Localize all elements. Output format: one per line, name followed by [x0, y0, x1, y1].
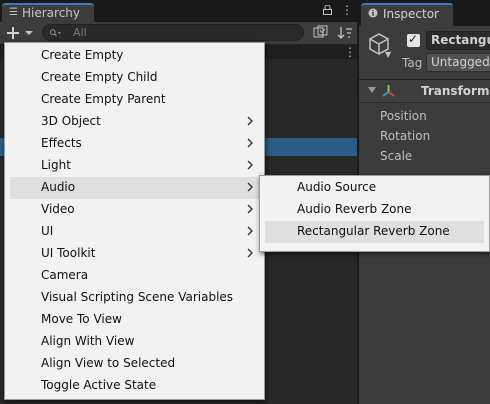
- transform-component-header[interactable]: Transform: [359, 81, 490, 103]
- chevron-right-icon: [247, 248, 253, 258]
- menu-item-3d-object[interactable]: 3D Object: [10, 111, 259, 133]
- chevron-right-icon: [247, 226, 253, 236]
- menu-item-toggle-active-state[interactable]: Toggle Active State: [10, 375, 259, 397]
- tab-inspector[interactable]: Inspector: [361, 3, 453, 26]
- search-icon: [49, 29, 61, 37]
- rotation-label: Rotation: [380, 129, 431, 143]
- chevron-right-icon: [247, 116, 253, 126]
- menu-item-light[interactable]: Light: [10, 155, 259, 177]
- info-icon: [368, 8, 378, 18]
- object-name-value: Rectangular Reverb Zone: [431, 33, 490, 47]
- menu-item-effects[interactable]: Effects: [10, 133, 259, 155]
- menu-item-create-empty-child[interactable]: Create Empty Child: [10, 67, 259, 89]
- tag-label: Tag: [402, 56, 423, 70]
- divider: [359, 79, 490, 80]
- scene-options-icon[interactable]: ⋮: [344, 45, 356, 59]
- menu-item-camera[interactable]: Camera: [10, 265, 259, 287]
- menu-item-ui[interactable]: UI: [10, 221, 259, 243]
- sort-icon[interactable]: [337, 25, 353, 41]
- menu-item-audio[interactable]: Audio: [10, 177, 259, 199]
- scale-label: Scale: [380, 149, 413, 163]
- more-options-icon[interactable]: ⋮: [341, 4, 353, 16]
- position-label: Position: [380, 109, 427, 123]
- inspector-tab-label: Inspector: [383, 7, 439, 21]
- object-name-field[interactable]: Rectangular Reverb Zone: [426, 31, 490, 50]
- submenu-item-audio-source[interactable]: Audio Source: [265, 177, 484, 199]
- tab-hierarchy[interactable]: ☰ Hierarchy: [2, 3, 94, 22]
- search-field[interactable]: [42, 24, 304, 41]
- scene-visibility-filter-icon[interactable]: [313, 25, 329, 41]
- submenu-item-rectangular-reverb-zone[interactable]: Rectangular Reverb Zone: [265, 221, 484, 243]
- hierarchy-list-icon: ☰: [9, 7, 18, 18]
- active-checkbox[interactable]: ✓: [407, 32, 420, 47]
- hierarchy-tab-label: Hierarchy: [22, 6, 81, 20]
- checkmark-icon: ✓: [408, 32, 419, 46]
- chevron-right-icon: [247, 138, 253, 148]
- add-object-button[interactable]: [6, 25, 36, 41]
- chevron-right-icon: [247, 204, 253, 214]
- menu-item-align-view-to-selected[interactable]: Align View to Selected: [10, 353, 259, 375]
- menu-item-video[interactable]: Video: [10, 199, 259, 221]
- menu-item-align-with-view[interactable]: Align With View: [10, 331, 259, 353]
- chevron-right-icon: [247, 182, 253, 192]
- hierarchy-tab-bar: ☰ Hierarchy ⋮: [0, 0, 357, 22]
- create-context-menu: Create Empty Create Empty Child Create E…: [4, 42, 265, 400]
- audio-submenu: Audio Source Audio Reverb Zone Rectangul…: [259, 175, 490, 252]
- transform-axes-icon: [382, 85, 395, 97]
- foldout-arrow-icon[interactable]: [368, 87, 376, 93]
- submenu-item-audio-reverb-zone[interactable]: Audio Reverb Zone: [265, 199, 484, 221]
- menu-item-visual-scripting-scene-variables[interactable]: Visual Scripting Scene Variables: [10, 287, 259, 309]
- tag-dropdown[interactable]: Untagged: [426, 53, 490, 72]
- menu-item-move-to-view[interactable]: Move To View: [10, 309, 259, 331]
- menu-item-create-empty-parent[interactable]: Create Empty Parent: [10, 89, 259, 111]
- transform-title: Transform: [421, 84, 490, 98]
- icon-dropdown-caret-icon[interactable]: ▼: [385, 50, 391, 59]
- menu-item-create-empty[interactable]: Create Empty: [10, 45, 259, 67]
- menu-item-ui-toolkit[interactable]: UI Toolkit: [10, 243, 259, 265]
- lock-icon[interactable]: [323, 5, 332, 15]
- tag-value: Untagged: [431, 55, 490, 69]
- search-input[interactable]: [73, 25, 293, 40]
- chevron-right-icon: [247, 160, 253, 170]
